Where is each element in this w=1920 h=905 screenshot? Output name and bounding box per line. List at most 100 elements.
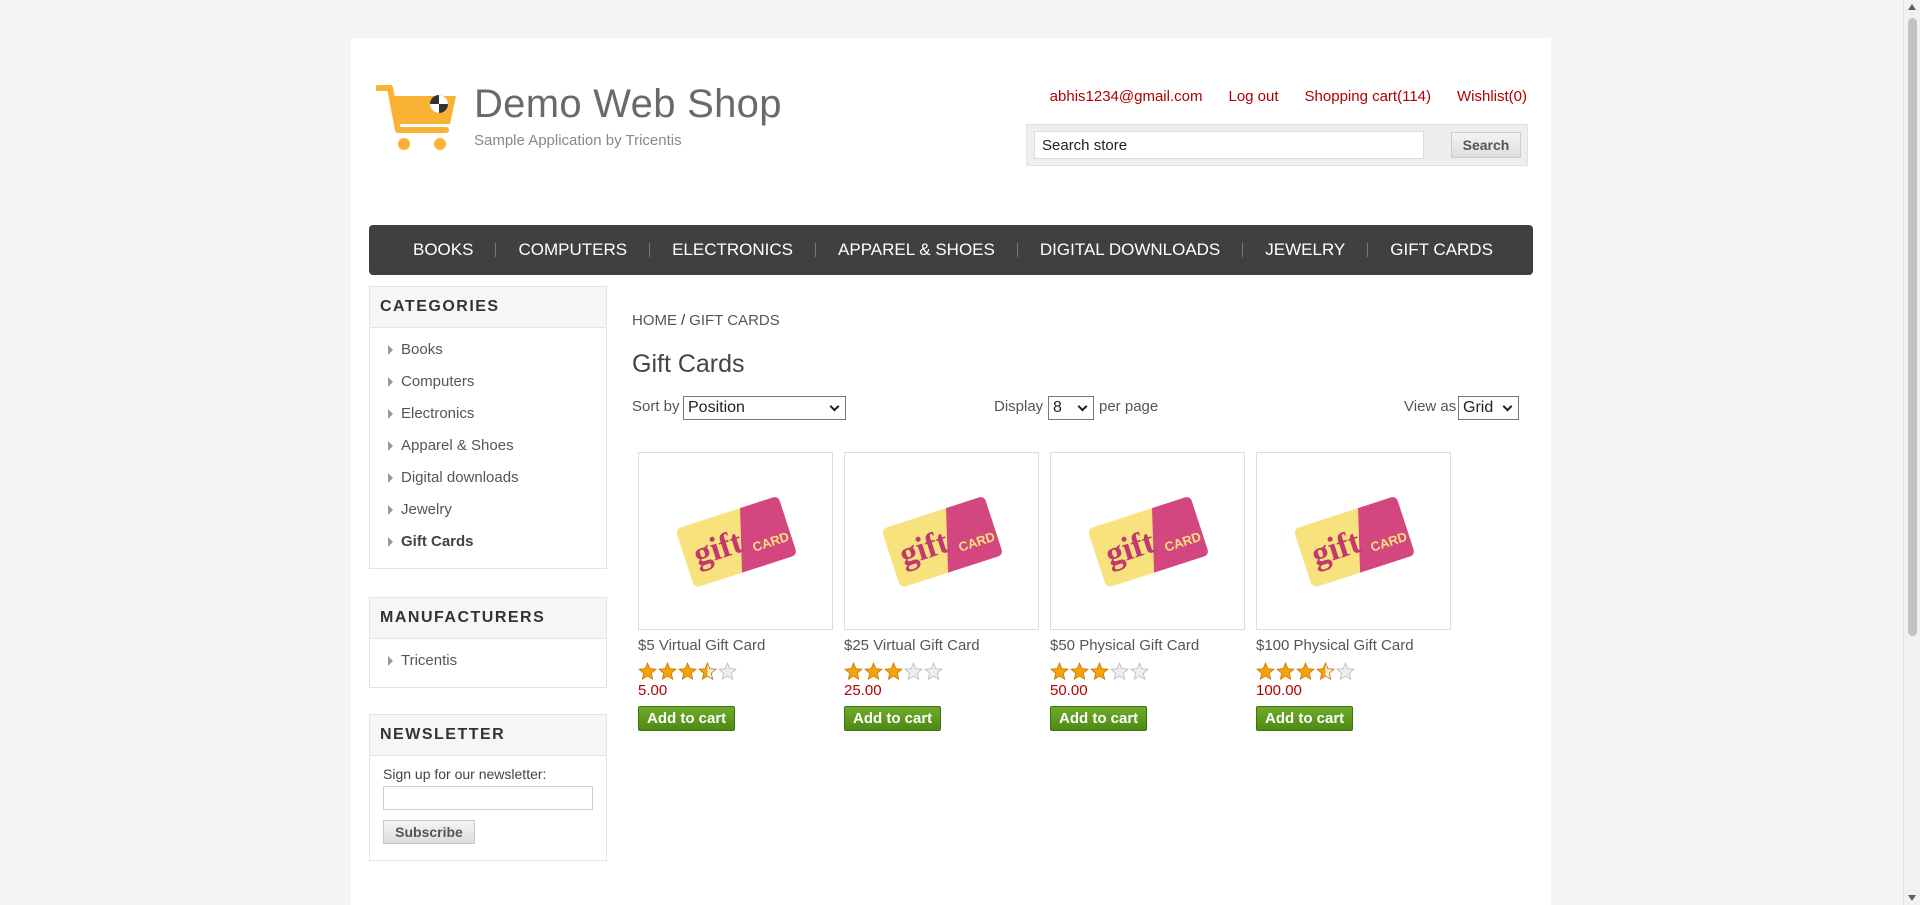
category-item-computers[interactable]: Computers	[388, 366, 606, 398]
category-label: Computers	[401, 373, 475, 390]
search-input[interactable]	[1034, 131, 1424, 159]
menu-item-computers[interactable]: COMPUTERS	[496, 240, 649, 260]
scrollbar-thumb[interactable]	[1908, 18, 1917, 636]
menu-item-digital-downloads[interactable]: DIGITAL DOWNLOADS	[1018, 240, 1242, 260]
logout-link[interactable]: Log out	[1228, 88, 1278, 105]
product-image[interactable]: gift CARD	[1050, 452, 1245, 630]
shopping-cart-link[interactable]: Shopping cart(114)	[1305, 88, 1431, 105]
categories-title: CATEGORIES	[370, 287, 606, 328]
chevron-down-icon	[1502, 401, 1513, 411]
product-rating	[1256, 662, 1451, 680]
search-button[interactable]: Search	[1451, 132, 1521, 158]
view-as-label: View as	[1404, 398, 1457, 415]
category-item-jewelry[interactable]: Jewelry	[388, 494, 606, 526]
triangle-right-icon	[388, 505, 393, 515]
category-item-gift-cards[interactable]: Gift Cards	[388, 526, 606, 558]
display-label: Display	[994, 398, 1044, 415]
account-link[interactable]: abhis1234@gmail.com	[1050, 88, 1203, 105]
page-size-value: 8	[1053, 399, 1062, 416]
scroll-up-icon[interactable]	[1908, 4, 1916, 10]
newsletter-title: NEWSLETTER	[370, 715, 606, 756]
chevron-down-icon	[829, 401, 840, 411]
site-logo[interactable]: Demo Web Shop Sample Application by Tric…	[376, 82, 782, 154]
gift-card-image: gift CARD	[882, 497, 1002, 587]
manufacturer-item-tricentis[interactable]: Tricentis	[388, 645, 606, 677]
product-title-link[interactable]: $5 Virtual Gift Card	[638, 637, 833, 654]
star-full-icon	[1256, 662, 1275, 680]
triangle-right-icon	[388, 409, 393, 419]
newsletter-block: NEWSLETTER Sign up for our newsletter: S…	[369, 714, 607, 861]
page-size-select[interactable]: 8	[1048, 396, 1094, 420]
menu-item-books[interactable]: BOOKS	[391, 240, 495, 260]
category-label: Gift Cards	[401, 533, 474, 550]
shopping-cart-logo-icon	[376, 85, 456, 150]
triangle-right-icon	[388, 345, 393, 355]
breadcrumb-separator: /	[681, 312, 686, 329]
add-to-cart-button[interactable]: Add to cart	[1050, 706, 1148, 731]
breadcrumb-current: GIFT CARDS	[689, 312, 780, 329]
top-menu: BOOKS COMPUTERS ELECTRONICS APPAREL & SH…	[369, 225, 1533, 275]
sort-by-select[interactable]: Position	[683, 396, 846, 420]
categories-block: CATEGORIES Books Computers Electronics A…	[369, 286, 607, 569]
product-price: 50.00	[1050, 682, 1088, 699]
view-mode-select[interactable]: Grid	[1458, 396, 1519, 420]
gift-card-image: gift CARD	[1294, 497, 1414, 587]
star-full-icon	[844, 662, 863, 680]
logo-title: Demo Web Shop	[474, 82, 782, 126]
categories-list: Books Computers Electronics Apparel & Sh…	[370, 328, 606, 568]
product-item: gift CARD $5 Virtual Gift Card 5.00 Add t…	[638, 452, 833, 731]
star-full-icon	[658, 662, 677, 680]
star-full-icon	[678, 662, 697, 680]
menu-item-jewelry[interactable]: JEWELRY	[1243, 240, 1367, 260]
view-mode-value: Grid	[1463, 399, 1494, 416]
add-to-cart-button[interactable]: Add to cart	[844, 706, 942, 731]
newsletter-email-input[interactable]	[383, 786, 593, 810]
add-to-cart-button[interactable]: Add to cart	[638, 706, 736, 731]
header-links: abhis1234@gmail.com Log out Shopping car…	[1050, 88, 1527, 105]
product-image[interactable]: gift CARD	[638, 452, 833, 630]
manufacturers-title: MANUFACTURERS	[370, 598, 606, 639]
scroll-down-icon[interactable]	[1908, 895, 1916, 901]
triangle-right-icon	[388, 377, 393, 387]
star-full-icon	[638, 662, 657, 680]
product-price: 100.00	[1256, 682, 1302, 699]
star-empty-icon	[1130, 662, 1149, 680]
star-half-icon	[1316, 662, 1335, 680]
per-page-label: per page	[1099, 398, 1159, 415]
breadcrumb-home-link[interactable]: HOME	[632, 312, 677, 329]
subscribe-button[interactable]: Subscribe	[383, 820, 475, 844]
add-to-cart-button[interactable]: Add to cart	[1256, 706, 1354, 731]
product-title-link[interactable]: $100 Physical Gift Card	[1256, 637, 1451, 654]
newsletter-label: Sign up for our newsletter:	[383, 766, 547, 782]
category-item-books[interactable]: Books	[388, 334, 606, 366]
page-container: Demo Web Shop Sample Application by Tric…	[351, 38, 1551, 905]
product-rating	[1050, 662, 1245, 680]
breadcrumb: HOME / GIFT CARDS	[632, 312, 780, 329]
menu-item-apparel-shoes[interactable]: APPAREL & SHOES	[816, 240, 1017, 260]
star-full-icon	[1070, 662, 1089, 680]
star-empty-icon	[718, 662, 737, 680]
star-full-icon	[1050, 662, 1069, 680]
product-image[interactable]: gift CARD	[844, 452, 1039, 630]
star-empty-icon	[1336, 662, 1355, 680]
product-item: gift CARD $25 Virtual Gift Card 25.00 Add…	[844, 452, 1039, 731]
page-scrollbar[interactable]	[1903, 0, 1920, 905]
star-empty-icon	[904, 662, 923, 680]
gift-card-image: gift CARD	[676, 497, 796, 587]
product-title-link[interactable]: $50 Physical Gift Card	[1050, 637, 1245, 654]
product-title-link[interactable]: $25 Virtual Gift Card	[844, 637, 1039, 654]
gift-card-image: gift CARD	[1088, 497, 1208, 587]
star-full-icon	[884, 662, 903, 680]
menu-item-electronics[interactable]: ELECTRONICS	[650, 240, 815, 260]
category-item-electronics[interactable]: Electronics	[388, 398, 606, 430]
category-item-digital-downloads[interactable]: Digital downloads	[388, 462, 606, 494]
star-empty-icon	[924, 662, 943, 680]
sort-by-value: Position	[688, 399, 745, 416]
product-item: gift CARD $100 Physical Gift Card 100.00 …	[1256, 452, 1451, 731]
category-item-apparel-shoes[interactable]: Apparel & Shoes	[388, 430, 606, 462]
menu-item-gift-cards[interactable]: GIFT CARDS	[1368, 240, 1515, 260]
sort-by-label: Sort by	[632, 398, 680, 415]
wishlist-link[interactable]: Wishlist(0)	[1457, 88, 1527, 105]
category-label: Apparel & Shoes	[401, 437, 514, 454]
product-image[interactable]: gift CARD	[1256, 452, 1451, 630]
